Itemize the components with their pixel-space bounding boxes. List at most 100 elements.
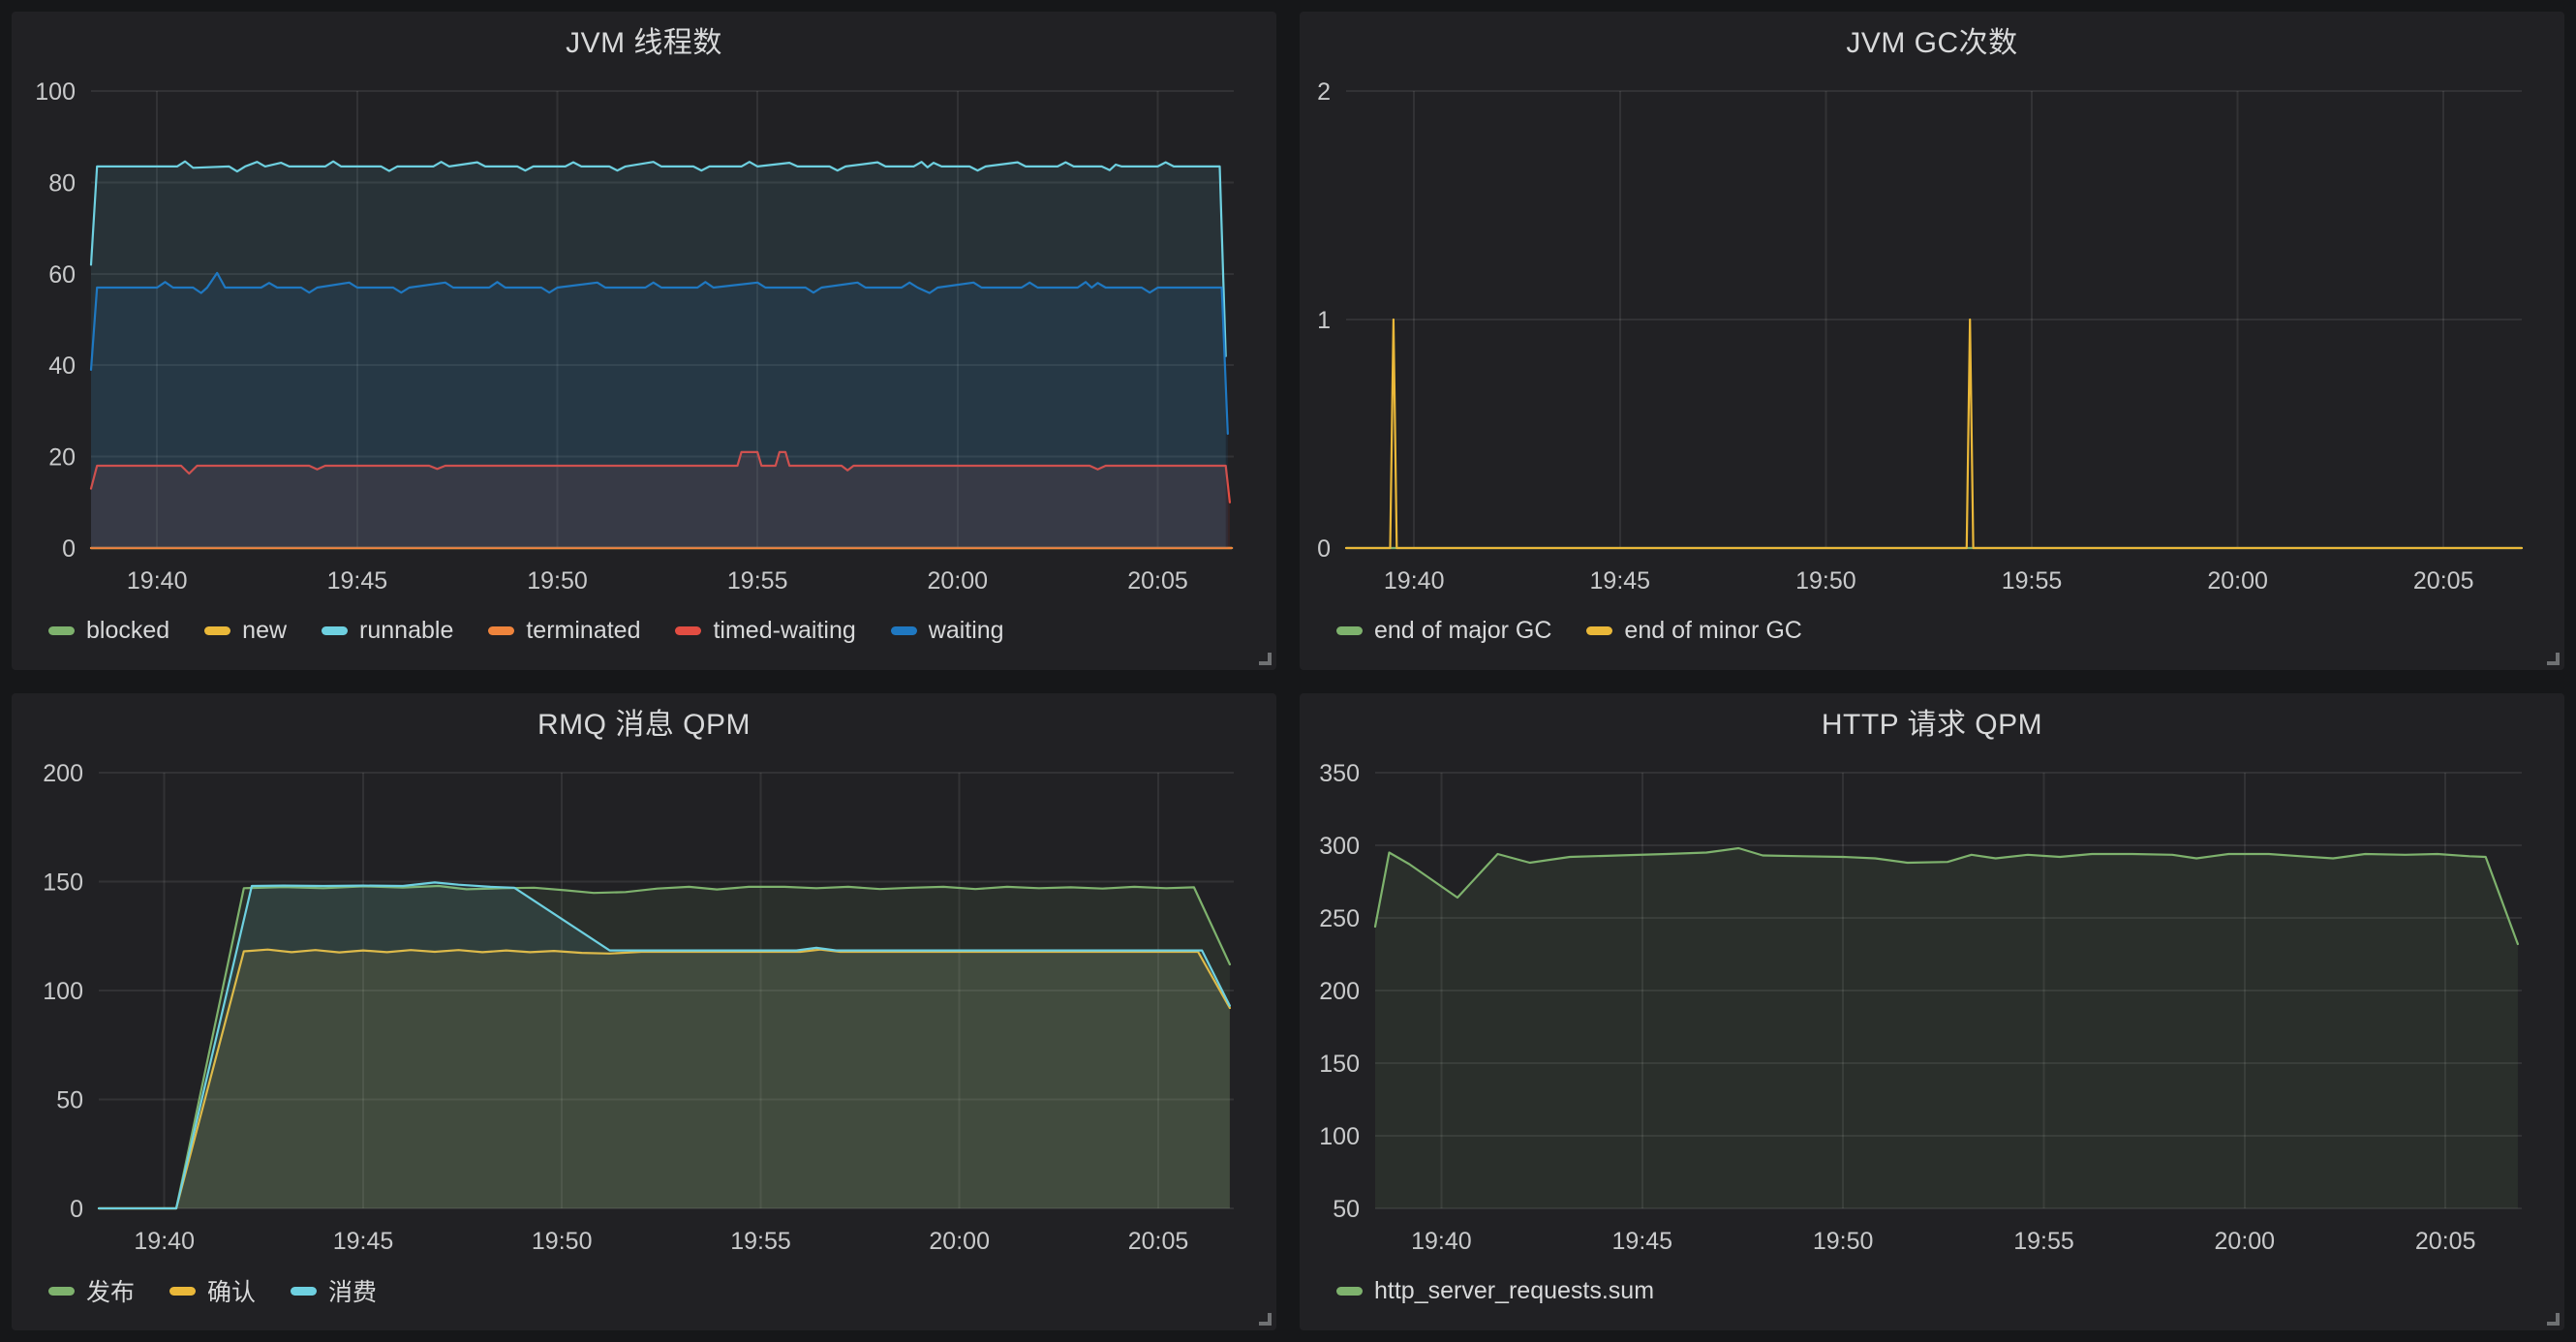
panel-rmq-qpm: RMQ 消息 QPM 0 50 100 150 200 19:40 19:45 19:50 19… — [12, 693, 1276, 1330]
y-tick-label: 100 — [43, 978, 83, 1005]
y-tick-label: 0 — [70, 1196, 83, 1223]
legend-item[interactable]: runnable — [322, 617, 453, 645]
y-tick-label: 350 — [1319, 760, 1360, 787]
y-tick-label: 20 — [48, 444, 76, 472]
y-tick-label: 100 — [35, 78, 76, 106]
legend-swatch — [1586, 626, 1612, 635]
legend-item[interactable]: blocked — [48, 617, 169, 645]
x-tick-label: 19:45 — [333, 1228, 394, 1255]
x-tick-label: 19:45 — [1612, 1228, 1673, 1255]
legend-item[interactable]: terminated — [488, 617, 640, 645]
x-tick-label: 19:40 — [134, 1228, 195, 1255]
legend-item[interactable]: http_server_requests.sum — [1336, 1277, 1654, 1305]
y-tick-label: 60 — [48, 261, 76, 289]
legend-item[interactable]: 发布 — [48, 1273, 135, 1308]
legend-label: 消费 — [328, 1273, 377, 1308]
legend-swatch — [488, 626, 514, 635]
y-tick-label: 1 — [1317, 307, 1331, 334]
panel-jvm-threads: JVM 线程数 02040608010019:4019:4519:5019:55… — [12, 12, 1276, 670]
x-tick-label: 19:50 — [1795, 567, 1856, 595]
legend-swatch — [322, 626, 348, 635]
legend-label: end of minor GC — [1624, 617, 1801, 645]
y-tick-label: 200 — [1319, 978, 1360, 1005]
grafana-dashboard: JVM 线程数 02040608010019:4019:4519:5019:55… — [0, 0, 2576, 1342]
x-tick-label: 20:05 — [2415, 1228, 2476, 1255]
x-tick-label: 19:50 — [527, 567, 588, 595]
legend: 发布 确认 消费 — [12, 1265, 1276, 1330]
legend-label: 发布 — [86, 1273, 135, 1308]
y-tick-label: 150 — [43, 869, 83, 897]
legend: blocked new runnable terminated timed-waitin… — [12, 604, 1276, 670]
legend-item[interactable]: new — [204, 617, 287, 645]
panel-resize-handle[interactable] — [2542, 648, 2560, 665]
legend-item[interactable]: end of minor GC — [1586, 617, 1801, 645]
legend-label: 确认 — [207, 1273, 256, 1308]
panel-title[interactable]: HTTP 请求 QPM — [1300, 693, 2564, 749]
panel-resize-handle[interactable] — [2542, 1308, 2560, 1326]
legend-swatch — [169, 1287, 196, 1296]
y-tick-label: 0 — [1317, 535, 1331, 563]
panel-title[interactable]: JVM GC次数 — [1300, 12, 2564, 68]
y-tick-label: 250 — [1319, 905, 1360, 932]
chart-area: 02040608010019:4019:4519:5019:5520:0020:… — [12, 68, 1276, 604]
legend-label: timed-waiting — [713, 617, 855, 645]
legend-swatch — [1336, 626, 1363, 635]
chart-area: 0 50 100 150 200 19:40 19:45 19:50 19:55 20:00 20:… — [12, 749, 1276, 1265]
chart-area: 5010015020025030035019:4019:4519:5019:55… — [1300, 749, 2564, 1265]
x-tick-label: 19:40 — [1411, 1228, 1472, 1255]
chart-jvm-gc[interactable]: 01219:4019:4519:5019:5520:0020:05 — [1300, 68, 2564, 604]
legend-swatch — [891, 626, 917, 635]
chart-http-qpm[interactable]: 5010015020025030035019:4019:4519:5019:55… — [1300, 749, 2564, 1265]
chart-jvm-threads[interactable]: 02040608010019:4019:4519:5019:5520:0020:… — [12, 68, 1276, 604]
x-tick-label: 20:05 — [1128, 1228, 1189, 1255]
panel-title[interactable]: JVM 线程数 — [12, 12, 1276, 68]
panel-http-qpm: HTTP 请求 QPM 5010015020025030035019:4019:… — [1300, 693, 2564, 1330]
legend-label: new — [242, 617, 287, 645]
panel-title[interactable]: RMQ 消息 QPM — [12, 693, 1276, 749]
legend-label: http_server_requests.sum — [1374, 1277, 1654, 1305]
legend-item[interactable]: timed-waiting — [675, 617, 855, 645]
y-tick-label: 0 — [62, 535, 76, 563]
x-tick-label: 20:00 — [929, 1228, 990, 1255]
legend-swatch — [1336, 1287, 1363, 1296]
x-tick-label: 20:00 — [2215, 1228, 2276, 1255]
panel-resize-handle[interactable] — [1254, 1308, 1272, 1326]
x-tick-label: 20:00 — [2207, 567, 2268, 595]
x-tick-label: 19:45 — [327, 567, 388, 595]
y-tick-label: 40 — [48, 352, 76, 380]
x-tick-label: 19:40 — [127, 567, 188, 595]
legend-label: runnable — [359, 617, 453, 645]
legend-swatch — [48, 1287, 75, 1296]
legend-item[interactable]: 消费 — [291, 1273, 377, 1308]
legend-swatch — [675, 626, 701, 635]
panel-resize-handle[interactable] — [1254, 648, 1272, 665]
y-tick-label: 2 — [1317, 78, 1331, 106]
series-area — [1375, 848, 2518, 1208]
legend-label: waiting — [929, 617, 1004, 645]
y-tick-label: 50 — [56, 1087, 83, 1114]
legend-item[interactable]: 确认 — [169, 1273, 256, 1308]
legend: end of major GC end of minor GC — [1300, 604, 2564, 670]
legend-item[interactable]: waiting — [891, 617, 1004, 645]
x-tick-label: 19:45 — [1590, 567, 1651, 595]
legend: http_server_requests.sum — [1300, 1265, 2564, 1330]
x-tick-label: 20:05 — [2413, 567, 2474, 595]
x-tick-label: 20:00 — [928, 567, 989, 595]
series-line — [1346, 320, 2522, 548]
y-tick-label: 80 — [48, 169, 76, 197]
legend-item[interactable]: end of major GC — [1336, 617, 1551, 645]
x-tick-label: 19:50 — [532, 1228, 593, 1255]
legend-swatch — [204, 626, 230, 635]
legend-label: terminated — [526, 617, 640, 645]
y-tick-label: 150 — [1319, 1051, 1360, 1078]
x-tick-label: 19:55 — [2002, 567, 2063, 595]
x-tick-label: 20:05 — [1127, 567, 1188, 595]
y-tick-label: 100 — [1319, 1123, 1360, 1150]
y-tick-label: 200 — [43, 760, 83, 787]
legend-label: blocked — [86, 617, 169, 645]
x-tick-label: 19:55 — [2013, 1228, 2074, 1255]
legend-swatch — [291, 1287, 317, 1296]
chart-rmq-qpm[interactable]: 0 50 100 150 200 19:40 19:45 19:50 19:55 20:00 20:… — [12, 749, 1276, 1265]
x-tick-label: 19:50 — [1813, 1228, 1874, 1255]
x-tick-label: 19:55 — [730, 1228, 791, 1255]
